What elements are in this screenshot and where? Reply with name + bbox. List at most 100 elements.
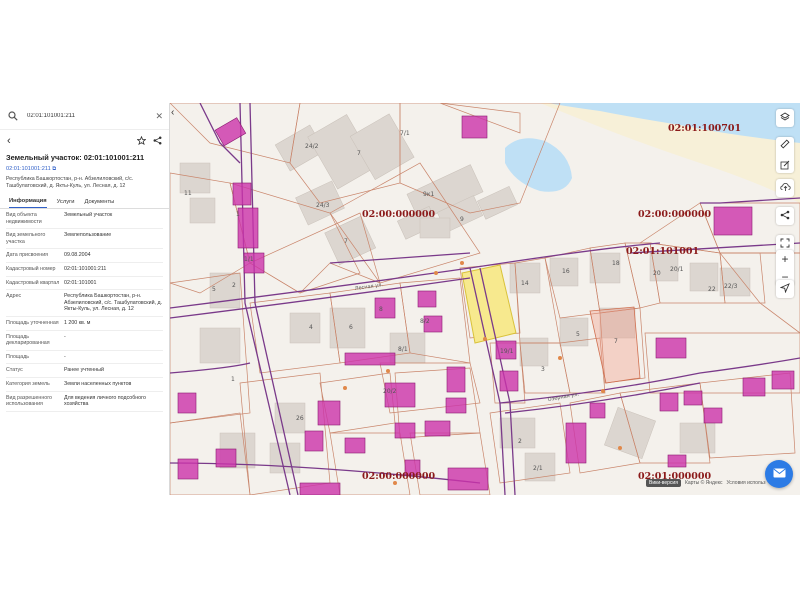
cloud-upload-icon <box>779 179 791 197</box>
field-label: Кадастровый квартал <box>6 279 60 286</box>
parcel-title: Земельный участок: 02:01:101001:211 <box>6 153 145 162</box>
lot-label: 7/1 <box>400 130 410 137</box>
app-screen: ✕ ‹ Земельный участок: 02:01:101001:211 … <box>0 103 800 495</box>
lot-label: 6 <box>349 324 353 331</box>
terms-link[interactable]: Условия использ <box>726 480 765 486</box>
cadastral-link-text[interactable]: 02:01:101001:211 <box>6 166 51 172</box>
field-label: Дата присвоения <box>6 252 49 259</box>
lot-label: 22/3 <box>724 283 738 290</box>
field-value: 02:01:101001:211 <box>64 265 107 272</box>
lot-label: 8 <box>379 306 383 313</box>
upload-button[interactable] <box>776 179 794 197</box>
lot-label: 18 <box>612 260 620 267</box>
field-value: 1 200 кв. м <box>64 319 91 326</box>
share-map-button[interactable] <box>776 207 794 225</box>
share-icon[interactable] <box>153 132 162 150</box>
lot-label: 26 <box>296 415 304 422</box>
lot-label: 1 <box>231 376 235 383</box>
tab-services[interactable]: Услуги <box>57 199 75 208</box>
field-row: Кадастровый квартал 02:01:101001 <box>6 277 163 291</box>
lot-label: 1/1 <box>244 256 254 263</box>
field-row: Статус Ранее учтенный <box>6 364 163 378</box>
lot-label: 5 <box>576 331 580 338</box>
map-attribution: Вики-версия Карты © Яндекс Условия испол… <box>646 479 766 487</box>
field-label: Вид земельного участка <box>6 232 46 245</box>
field-row: Дата присвоения 09.08.2004 <box>6 249 163 263</box>
search-icon <box>6 109 20 123</box>
detail-toolbar: ‹ <box>0 133 169 149</box>
quarter-label: 02:00:000000 <box>362 209 436 220</box>
tools-group <box>776 137 794 173</box>
ruler-icon[interactable] <box>780 136 790 154</box>
field-row: Адрес Республика Башкортостан, р-н. Абзел… <box>6 290 163 317</box>
field-label: Площадь декларированная <box>6 333 50 347</box>
lot-label: 2 <box>518 438 522 445</box>
lot-label: 8/1 <box>398 346 408 353</box>
field-row: Вид объекта недвижимости Земельный участо… <box>6 209 163 230</box>
cadastral-link[interactable]: 02:01:101001:211 ⧉ <box>0 166 169 173</box>
layers-icon <box>780 109 790 127</box>
field-row: Площадь - <box>6 351 163 365</box>
share-nodes-icon <box>780 207 790 225</box>
lot-label: 20/2 <box>383 388 397 395</box>
cadastral-map[interactable]: 24/2 7 7/1 9к1 9 24/3 7 11 1 5 2 1/1 4 6… <box>169 103 800 495</box>
field-row: Площадь декларированная - <box>6 331 163 351</box>
locate-button[interactable] <box>776 280 794 298</box>
tab-info[interactable]: Информация <box>9 198 47 208</box>
copy-icon[interactable]: ⧉ <box>52 166 56 172</box>
lot-label: 3 <box>541 366 545 373</box>
lot-label: 2 <box>232 282 236 289</box>
tab-bar: Информация Услуги Документы <box>0 195 169 209</box>
scale-badge: Вики-версия <box>646 479 681 487</box>
lot-label: 7 <box>614 338 618 345</box>
lot-label: 8/2 <box>420 318 430 325</box>
field-row: Вид земельного участка Землепользование <box>6 229 163 250</box>
lot-label: 7 <box>357 150 361 157</box>
chat-button[interactable] <box>765 460 793 488</box>
field-value: 09.08.2004 <box>64 252 91 259</box>
layers-button[interactable] <box>776 109 794 127</box>
lot-label: 5 <box>212 286 216 293</box>
field-value: Республика Башкортостан, р-н. Абзелиловс… <box>64 293 163 313</box>
quarter-label: 02:00:000000 <box>362 471 436 482</box>
lot-label: 19/1 <box>500 348 514 355</box>
lot-label: 2/1 <box>533 465 543 472</box>
lot-label: 7 <box>344 238 348 245</box>
lot-label: 20/1 <box>670 266 684 273</box>
lot-label: 14 <box>521 280 529 287</box>
collapse-sidebar-icon[interactable]: ‹ <box>171 107 174 118</box>
field-value: - <box>64 333 66 340</box>
search-input[interactable] <box>25 112 156 120</box>
field-row: Площадь уточненная 1 200 кв. м <box>6 317 163 331</box>
back-arrow-icon[interactable]: ‹ <box>7 135 11 147</box>
field-value: Землепользование <box>64 232 112 239</box>
field-row: Кадастровый номер 02:01:101001:211 <box>6 263 163 277</box>
field-row: Категория земель Земли населенных пунктов <box>6 378 163 392</box>
edit-icon[interactable] <box>780 157 790 175</box>
field-label: Площадь <box>6 353 30 360</box>
zoom-in-button[interactable]: + <box>776 250 794 268</box>
parcel-address: Республика Башкортостан, р-н. Абзелиловс… <box>6 176 134 189</box>
star-icon[interactable] <box>136 132 147 150</box>
lot-label: 22 <box>708 286 716 293</box>
close-icon[interactable]: ✕ <box>155 111 163 122</box>
lot-label: 20 <box>653 270 661 277</box>
field-list: Вид объекта недвижимости Земельный участо… <box>0 209 169 412</box>
search-bar: ✕ <box>0 103 169 130</box>
quarter-label: 02:01:101001 <box>626 246 699 257</box>
field-row: Вид разрешенного использования Для ведени… <box>6 392 163 412</box>
maps-copyright[interactable]: Карты © Яндекс <box>685 480 723 486</box>
field-label: Вид разрешенного использования <box>6 394 52 408</box>
field-value: 02:01:101001 <box>64 279 97 286</box>
field-value: Ранее учтенный <box>64 367 104 374</box>
tab-documents[interactable]: Документы <box>84 199 114 208</box>
field-label: Площадь уточненная <box>6 319 59 326</box>
lot-label: 16 <box>562 268 570 275</box>
lot-label: 24/2 <box>305 143 319 150</box>
lot-label: 24/3 <box>316 202 330 209</box>
field-label: Кадастровый номер <box>6 265 56 272</box>
quarter-label: 02:01:100701 <box>668 123 741 134</box>
locate-arrow-icon <box>779 280 790 298</box>
field-value: Земли населенных пунктов <box>64 380 132 387</box>
lot-label: 4 <box>309 324 313 331</box>
